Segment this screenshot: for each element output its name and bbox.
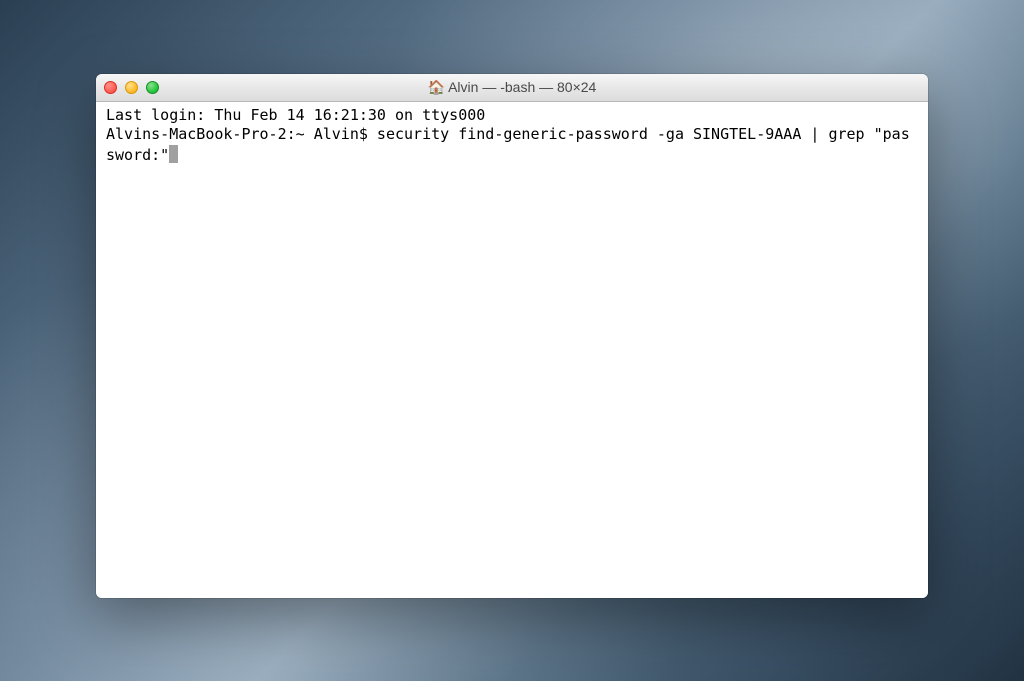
window-title-text: Alvin — -bash — 80×24 xyxy=(448,79,596,95)
terminal-line-login: Last login: Thu Feb 14 16:21:30 on ttys0… xyxy=(106,106,918,126)
terminal-line-prompt: Alvins-MacBook-Pro-2:~ Alvin$ security f… xyxy=(106,125,918,165)
minimize-button[interactable] xyxy=(125,81,138,94)
home-icon: 🏠 xyxy=(428,80,445,94)
window-title: 🏠 Alvin — -bash — 80×24 xyxy=(96,79,928,95)
traffic-lights xyxy=(104,81,159,94)
terminal-cursor xyxy=(169,145,178,163)
terminal-command-text: Alvins-MacBook-Pro-2:~ Alvin$ security f… xyxy=(106,125,910,164)
title-bar[interactable]: 🏠 Alvin — -bash — 80×24 xyxy=(96,74,928,102)
maximize-button[interactable] xyxy=(146,81,159,94)
close-button[interactable] xyxy=(104,81,117,94)
terminal-body[interactable]: Last login: Thu Feb 14 16:21:30 on ttys0… xyxy=(96,102,928,598)
terminal-window: 🏠 Alvin — -bash — 80×24 Last login: Thu … xyxy=(96,74,928,598)
